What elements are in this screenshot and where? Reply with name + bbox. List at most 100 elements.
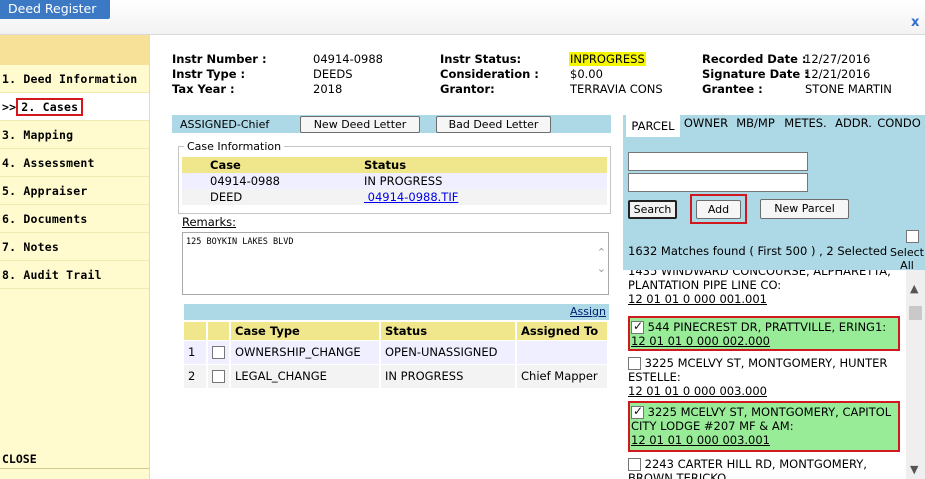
table-row: 1 OWNERSHIP_CHANGE OPEN-UNASSIGNED	[184, 339, 609, 364]
result-checkbox[interactable]	[631, 404, 644, 419]
assignment-table: Case Type Status Assigned To 1 OWNERSHIP…	[184, 322, 609, 388]
parcel-number[interactable]: 12 01 01 0 000 003.001	[631, 433, 898, 447]
left-nav: 1. Deed Information >> 2. Cases 3. Mappin…	[0, 35, 150, 479]
scroll-thumb[interactable]	[909, 306, 922, 320]
deed-document-link[interactable]: 04914-0988.TIF	[364, 190, 459, 204]
tax-year-value: 2018	[313, 82, 343, 96]
assign-strip: Assign	[184, 304, 609, 320]
assigned-strip: ASSIGNED-Chief New Deed Letter Bad Deed …	[172, 115, 611, 133]
instr-number-label: Instr Number :	[172, 52, 267, 66]
tax-year-label: Tax Year :	[172, 82, 235, 96]
case-col-header: Case	[208, 157, 362, 173]
tab-parcel[interactable]: PARCEL	[626, 115, 680, 137]
parcel-panel: PARCEL OWNER MB/MP METES. ADDR. CONDO Se…	[623, 115, 925, 479]
list-item[interactable]: 3225 MCELVY ST, MONTGOMERY, CAPITOL CITY…	[628, 401, 900, 452]
assign-link[interactable]: Assign	[570, 305, 606, 318]
remarks-textarea[interactable]: 125 BOYKIN LAKES BLVD ⌃ ⌄	[182, 232, 609, 295]
assigned-to-header: Assigned To	[516, 322, 609, 340]
search-button[interactable]: Search	[628, 200, 677, 219]
result-checkbox[interactable]	[631, 319, 644, 334]
case-table-spacer	[182, 157, 208, 173]
close-divider	[0, 468, 149, 469]
signature-date-label: Signature Date :	[702, 67, 809, 81]
new-parcel-button[interactable]: New Parcel	[760, 199, 849, 219]
assigned-label: ASSIGNED-Chief	[180, 118, 270, 131]
instr-status-label: Instr Status:	[440, 52, 522, 66]
signature-date-value: 12/21/2016	[804, 67, 871, 81]
tab-owner[interactable]: OWNER	[683, 115, 729, 137]
remarks-label: Remarks:	[182, 215, 237, 229]
results-scrollbar[interactable]: ▲ ▼	[906, 270, 925, 479]
parcel-number[interactable]: 12 01 01 0 000 003.000	[628, 384, 906, 398]
grantee-label: Grantee :	[702, 82, 763, 96]
cases-panel: ASSIGNED-Chief New Deed Letter Bad Deed …	[172, 115, 611, 479]
tab-metes[interactable]: METES.	[782, 115, 829, 137]
nav-assessment[interactable]: 4. Assessment	[0, 149, 149, 177]
instr-status-value: INPROGRESS	[569, 52, 646, 66]
close-link[interactable]: CLOSE	[2, 452, 37, 466]
parcel-number[interactable]: 12 01 01 0 000 002.000	[631, 334, 898, 348]
nav-notes[interactable]: 7. Notes	[0, 233, 149, 261]
list-item[interactable]: 2243 CARTER HILL RD, MONTGOMERY, BROWN T…	[623, 457, 906, 479]
table-row: 04914-0988 IN PROGRESS	[182, 173, 607, 189]
list-item[interactable]: 1435 WINDWARD CONCOURSE, ALPHARETTA, PLA…	[623, 270, 906, 306]
app-title: Deed Register	[0, 0, 110, 19]
add-button[interactable]: Add	[696, 200, 741, 219]
nav-top-band	[0, 35, 149, 65]
instr-type-value: DEEDS	[313, 67, 353, 81]
title-bar: Deed Register x	[0, 0, 925, 35]
scroll-down-icon[interactable]: ▼	[910, 463, 918, 476]
case-information-legend: Case Information	[187, 140, 282, 153]
parcel-results-list: 1435 WINDWARD CONCOURSE, ALPHARETTA, PLA…	[623, 270, 906, 479]
remarks-scrollbar[interactable]: ⌃ ⌄	[597, 245, 606, 277]
select-header	[207, 322, 231, 340]
scroll-up-icon[interactable]: ▲	[910, 282, 918, 295]
match-count: 1632 Matches found ( First 500 ) , 2 Sel…	[628, 244, 888, 258]
tab-condo[interactable]: CONDO	[877, 115, 921, 137]
assign-status-header: Status	[380, 322, 517, 340]
new-deed-letter-button[interactable]: New Deed Letter	[300, 116, 420, 133]
row-num-header	[184, 322, 208, 340]
case-number-cell: 04914-0988	[208, 173, 362, 189]
nav-mapping[interactable]: 3. Mapping	[0, 121, 149, 149]
grantor-label: Grantor:	[440, 82, 495, 96]
grantee-value: STONE MARTIN	[805, 82, 892, 96]
case-status-cell: IN PROGRESS	[362, 173, 607, 189]
recorded-date-label: Recorded Date :	[702, 52, 807, 66]
case-type-header: Case Type	[230, 322, 381, 340]
recorded-date-value: 12/27/2016	[804, 52, 871, 66]
instr-type-label: Instr Type :	[172, 67, 246, 81]
select-all-label: Select All	[890, 246, 924, 272]
case-table: Case Status 04914-0988 IN PROGRESS DEED …	[182, 157, 607, 205]
nav-appraiser[interactable]: 5. Appraiser	[0, 177, 149, 205]
case-doc-type-cell: DEED	[208, 189, 362, 205]
parcel-number[interactable]: 12 01 01 0 000 001.001	[628, 292, 906, 306]
table-row: DEED 04914-0988.TIF	[182, 189, 607, 205]
tab-mb-mp[interactable]: MB/MP	[733, 115, 778, 137]
row-checkbox[interactable]	[212, 370, 225, 384]
nav-audit-trail[interactable]: 8. Audit Trail	[0, 261, 149, 289]
table-row: 2 LEGAL_CHANGE IN PROGRESS Chief Mapper	[184, 363, 609, 388]
current-marker: >>	[2, 100, 17, 114]
tab-addr[interactable]: ADDR.	[833, 115, 874, 137]
result-checkbox[interactable]	[628, 357, 641, 370]
result-checkbox[interactable]	[628, 458, 641, 471]
nav-cases[interactable]: >> 2. Cases	[0, 93, 149, 121]
nav-cases-label: 2. Cases	[16, 98, 84, 116]
select-all-checkbox[interactable]	[906, 230, 919, 243]
nav-deed-information[interactable]: 1. Deed Information	[0, 65, 149, 93]
close-icon[interactable]: x	[911, 15, 919, 30]
list-item[interactable]: 3225 MCELVY ST, MONTGOMERY, HUNTER ESTEL…	[623, 356, 906, 398]
parcel-search-input-1[interactable]	[628, 152, 808, 171]
grantor-value: TERRAVIA CONS	[570, 82, 663, 96]
consideration-value: $0.00	[570, 67, 603, 81]
list-item[interactable]: 544 PINECREST DR, PRATTVILLE, ERING1: 12…	[628, 316, 900, 351]
bad-deed-letter-button[interactable]: Bad Deed Letter	[436, 116, 551, 133]
remarks-text: 125 BOYKIN LAKES BLVD	[186, 237, 294, 247]
nav-documents[interactable]: 6. Documents	[0, 205, 149, 233]
row-checkbox[interactable]	[212, 346, 225, 359]
parcel-search-input-2[interactable]	[628, 173, 808, 192]
instr-number-value: 04914-0988	[313, 52, 383, 66]
consideration-label: Consideration :	[440, 67, 539, 81]
status-col-header: Status	[362, 157, 607, 173]
